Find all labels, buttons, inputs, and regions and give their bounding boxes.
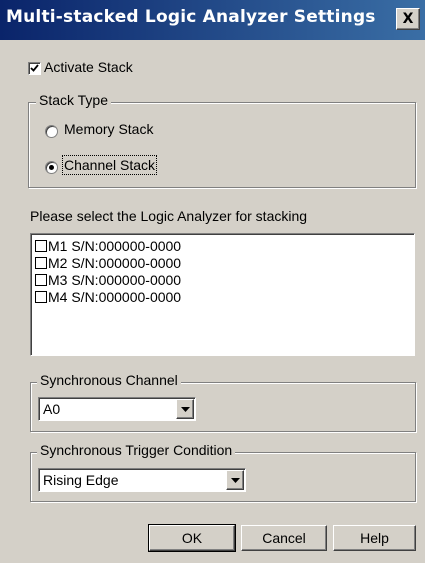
list-item[interactable]: M4 S/N:000000-0000 — [35, 289, 181, 305]
activate-stack-checkbox[interactable] — [28, 62, 41, 75]
help-button-label: Help — [360, 530, 389, 546]
list-item-checkbox[interactable] — [35, 274, 47, 286]
channel-stack-label[interactable]: Channel Stack — [61, 155, 158, 175]
channel-stack-radio[interactable] — [45, 161, 58, 174]
sync-channel-legend: Synchronous Channel — [37, 372, 181, 388]
list-item[interactable]: M2 S/N:000000-0000 — [35, 255, 181, 271]
dialog-title: Multi-stacked Logic Analyzer Settings — [6, 7, 376, 27]
cancel-button-label: Cancel — [262, 530, 306, 546]
list-item-label: M4 S/N:000000-0000 — [48, 289, 182, 305]
activate-stack-label: Activate Stack — [44, 59, 133, 75]
stack-type-group — [28, 102, 416, 188]
sync-channel-value: A0 — [43, 401, 61, 417]
sync-channel-select[interactable]: A0 — [38, 397, 196, 421]
close-icon: X — [402, 11, 414, 27]
ok-button-label: OK — [181, 530, 203, 546]
list-item[interactable]: M1 S/N:000000-0000 — [35, 238, 181, 254]
title-bar[interactable]: Multi-stacked Logic Analyzer Settings X — [0, 0, 425, 40]
list-item-checkbox[interactable] — [35, 257, 47, 269]
checkmark-icon — [30, 64, 39, 72]
sync-channel-dropdown-button[interactable] — [176, 399, 194, 419]
list-item-label: M1 S/N:000000-0000 — [48, 238, 182, 254]
memory-stack-label[interactable]: Memory Stack — [64, 121, 153, 137]
stack-type-legend: Stack Type — [36, 92, 112, 108]
cancel-button[interactable]: Cancel — [241, 525, 327, 551]
list-item-checkbox[interactable] — [35, 291, 47, 303]
chevron-down-icon — [180, 406, 190, 412]
radio-selected-dot — [49, 165, 54, 170]
sync-trigger-value: Rising Edge — [43, 472, 119, 488]
ok-button[interactable]: OK — [148, 524, 236, 552]
close-button[interactable]: X — [396, 8, 420, 30]
settings-dialog: Multi-stacked Logic Analyzer Settings X … — [0, 0, 425, 563]
sync-trigger-select[interactable]: Rising Edge — [38, 468, 246, 492]
list-item-label: M3 S/N:000000-0000 — [48, 272, 182, 288]
analyzer-listbox[interactable]: M1 S/N:000000-0000 M2 S/N:000000-0000 M3… — [30, 233, 415, 356]
list-item-checkbox[interactable] — [35, 240, 47, 252]
help-button[interactable]: Help — [333, 525, 416, 551]
list-item[interactable]: M3 S/N:000000-0000 — [35, 272, 181, 288]
chevron-down-icon — [230, 477, 240, 483]
list-item-label: M2 S/N:000000-0000 — [48, 255, 182, 271]
sync-trigger-dropdown-button[interactable] — [226, 470, 244, 490]
memory-stack-radio[interactable] — [45, 125, 58, 138]
analyzer-select-prompt: Please select the Logic Analyzer for sta… — [30, 208, 308, 224]
sync-trigger-legend: Synchronous Trigger Condition — [37, 442, 236, 458]
